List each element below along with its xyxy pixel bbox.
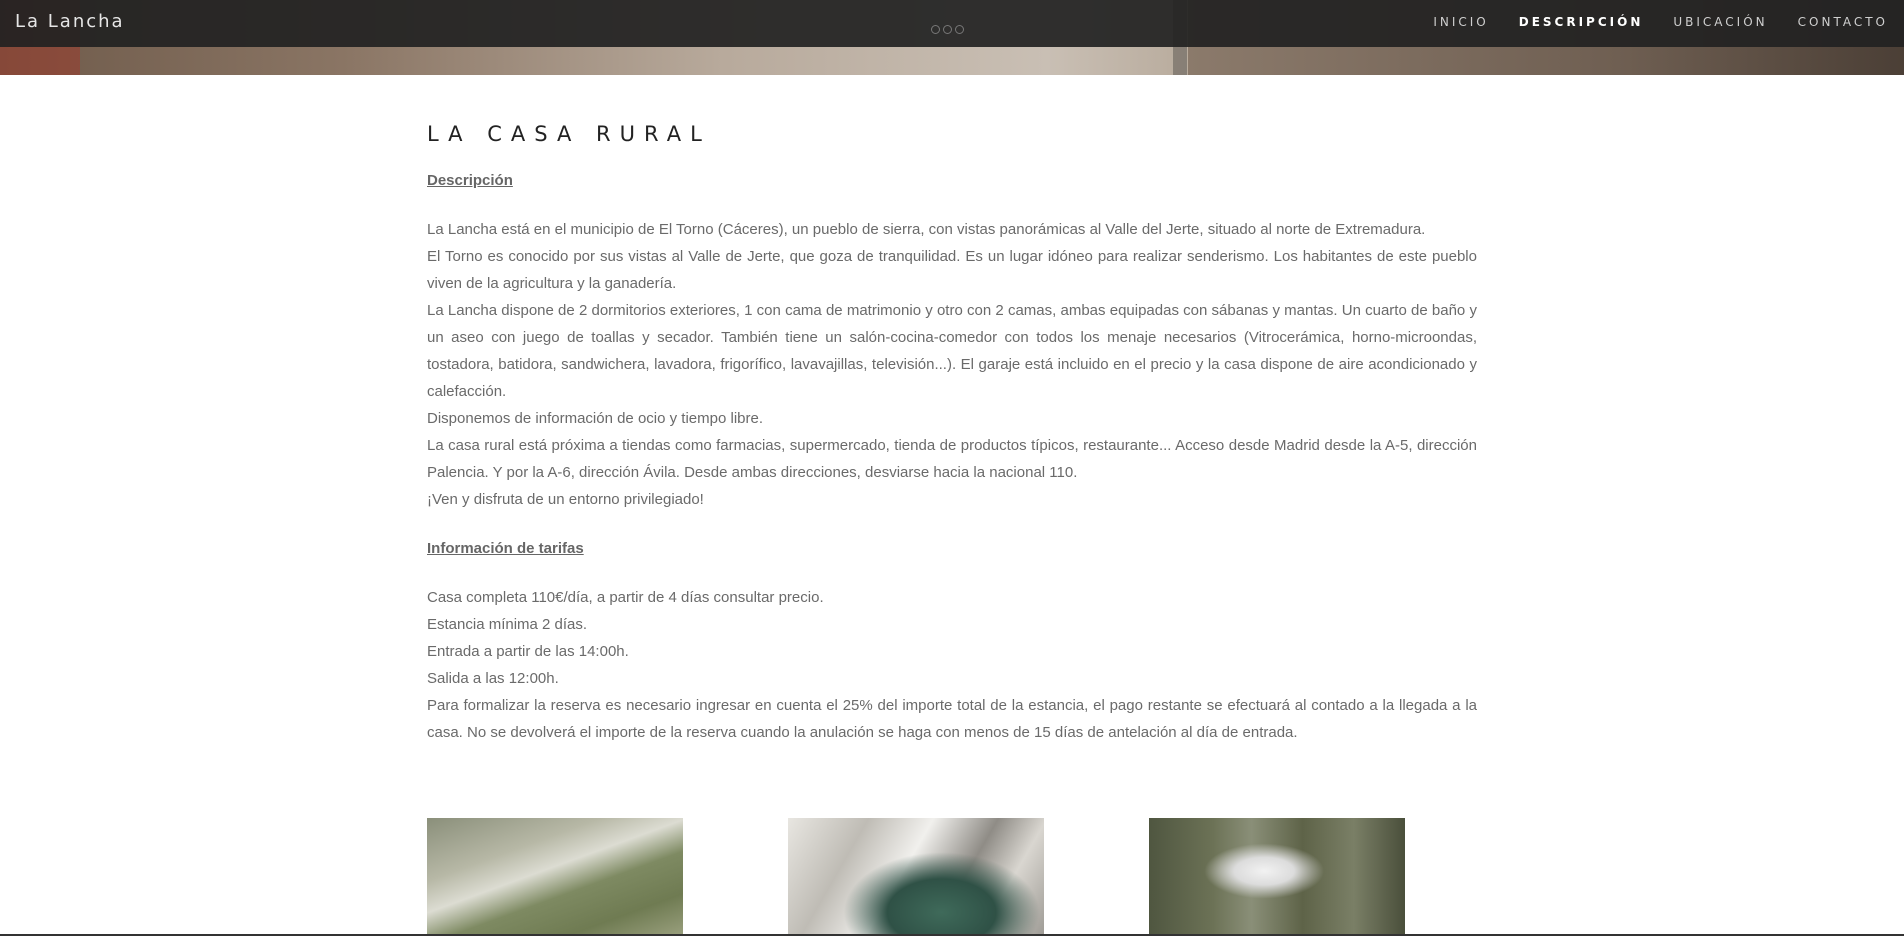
description-paragraph: La casa rural está próxima a tiendas com… [427, 437, 1477, 481]
nav-descripcion[interactable]: DESCRIPCIÓN [1519, 15, 1644, 29]
slider-dot[interactable] [943, 25, 952, 34]
slider-indicators [931, 25, 964, 34]
main-content: LA CASA RURAL Descripción La Lancha está… [427, 118, 1477, 746]
rates-line: Estancia mínima 2 días. [427, 616, 588, 633]
description-paragraph: La Lancha está en el municipio de El Tor… [427, 221, 1426, 238]
gallery-photo-valley[interactable] [427, 818, 683, 936]
slider-dot[interactable] [955, 25, 964, 34]
description-paragraph: ¡Ven y disfruta de un entorno privilegia… [427, 491, 704, 508]
page-title: LA CASA RURAL [427, 122, 711, 146]
slider-dot[interactable] [931, 25, 940, 34]
brand-logo[interactable]: La Lancha [15, 11, 125, 32]
gallery-photo-waterfall[interactable] [1149, 818, 1405, 936]
rates-line: Entrada a partir de las 14:00h. [427, 643, 629, 660]
description-paragraph: Disponemos de información de ocio y tiem… [427, 410, 763, 427]
photo-gallery [427, 818, 1405, 936]
nav-inicio[interactable]: INICIO [1433, 15, 1488, 29]
navbar: La Lancha INICIO DESCRIPCIÓN UBICACIÓN C… [0, 0, 1904, 47]
main-nav: INICIO DESCRIPCIÓN UBICACIÓN CONTACTO [1433, 15, 1888, 29]
description-heading: Descripción [427, 172, 513, 189]
nav-ubicacion[interactable]: UBICACIÓN [1673, 15, 1767, 29]
gallery-photo-river[interactable] [788, 818, 1044, 936]
description-paragraph: El Torno es conocido por sus vistas al V… [427, 248, 1477, 292]
rates-heading: Información de tarifas [427, 540, 584, 557]
rates-line: Para formalizar la reserva es necesario … [427, 697, 1477, 741]
nav-contacto[interactable]: CONTACTO [1798, 15, 1888, 29]
rates-line: Casa completa 110€/día, a partir de 4 dí… [427, 589, 824, 606]
rates-line: Salida a las 12:00h. [427, 670, 559, 687]
description-paragraph: La Lancha dispone de 2 dormitorios exter… [427, 302, 1477, 400]
